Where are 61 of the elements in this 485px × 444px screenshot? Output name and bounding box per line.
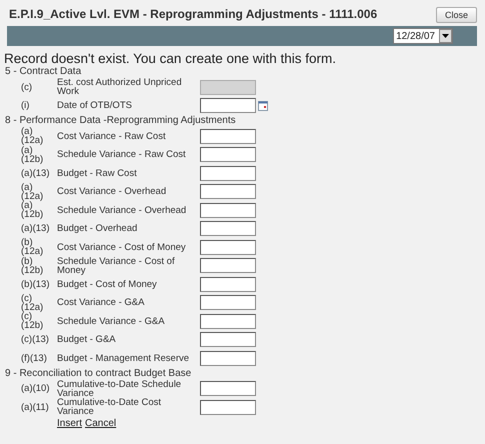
window-title: E.P.I.9_Active Lvl. EVM - Reprogramming Adjustments - 1111.006 [9,7,378,21]
input-field[interactable] [200,147,256,162]
item-code: (c) [21,82,34,92]
close-button[interactable]: Close [436,7,477,23]
field-label: Budget - Overhead [57,224,138,234]
item-code: (c) (12a) [21,294,44,312]
item-code: (f)(13) [21,354,48,363]
item-code: (c)(13) [21,335,50,344]
input-field[interactable] [200,400,256,415]
section-heading: 8 - Performance Data -Reprogramming Adjustments [5,115,237,127]
field-label: Cost Variance - G&A [57,298,146,308]
field-label: Budget - Raw Cost [57,168,138,178]
field-label: Date of OTB/OTS [57,101,133,110]
input-field[interactable] [200,276,256,292]
dropdown-arrow-icon [442,34,449,38]
input-field[interactable] [200,128,256,144]
input-field[interactable] [200,258,256,274]
item-code: (i) [21,101,30,110]
item-code: (c) (12b) [21,312,44,330]
input-field[interactable] [200,350,256,366]
field-label: Cost Variance - Cost of Money [57,242,187,252]
calendar-icon[interactable] [258,100,268,111]
input-field[interactable] [200,202,256,218]
field-label: Schedule Variance - Raw Cost [57,150,187,160]
item-code: (a) (12a) [21,127,44,146]
field-label: Cumulative-to-Date Cost Variance [57,398,162,416]
section-heading: 9 - Reconciliation to contract Budget Base [5,368,192,380]
input-field[interactable] [200,166,256,181]
date-select[interactable]: 12/28/07 [393,28,453,44]
field-label: Budget - Management Reserve [57,354,190,363]
input-field[interactable] [200,381,256,396]
item-code: (a)(13) [21,224,51,234]
input-field[interactable] [200,240,256,255]
field-label: Est. cost Authorized Unpriced Work [57,78,183,96]
item-code: (a) (12b) [21,201,44,220]
field-label: Cost Variance - Overhead [57,187,168,196]
item-code: (a) (12b) [21,146,44,164]
field-label: Schedule Variance - G&A [57,316,166,326]
item-code: (b) (12b) [21,256,44,275]
input-field[interactable] [200,314,256,329]
input-field[interactable] [200,98,256,114]
field-label: Cost Variance - Raw Cost [57,132,167,141]
input-field[interactable] [200,332,256,348]
status-message: Record doesn't exist. You can create one with this form. [4,51,338,66]
field-label: Cumulative-to-Date Schedule Variance [57,380,182,398]
item-code: (a)(11) [21,402,50,412]
input-field[interactable] [200,184,256,200]
field-label: Budget - G&A [57,335,117,344]
field-label: Schedule Variance - Cost of Money [57,256,176,275]
section-heading: 5 - Contract Data [5,66,82,78]
field-label: Budget - Cost of Money [57,280,158,289]
item-code: (a)(13) [21,168,51,178]
item-code: (a) (12a) [21,182,44,201]
input-field[interactable] [200,221,256,236]
item-code: (a)(10) [21,384,51,394]
action-link[interactable]: Insert [57,418,82,428]
item-code: (b) (12a) [21,238,44,256]
item-code: (b)(13) [21,280,51,289]
action-link[interactable]: Cancel [85,418,116,428]
input-field[interactable] [200,295,256,310]
field-label: Schedule Variance - Overhead [57,206,188,215]
